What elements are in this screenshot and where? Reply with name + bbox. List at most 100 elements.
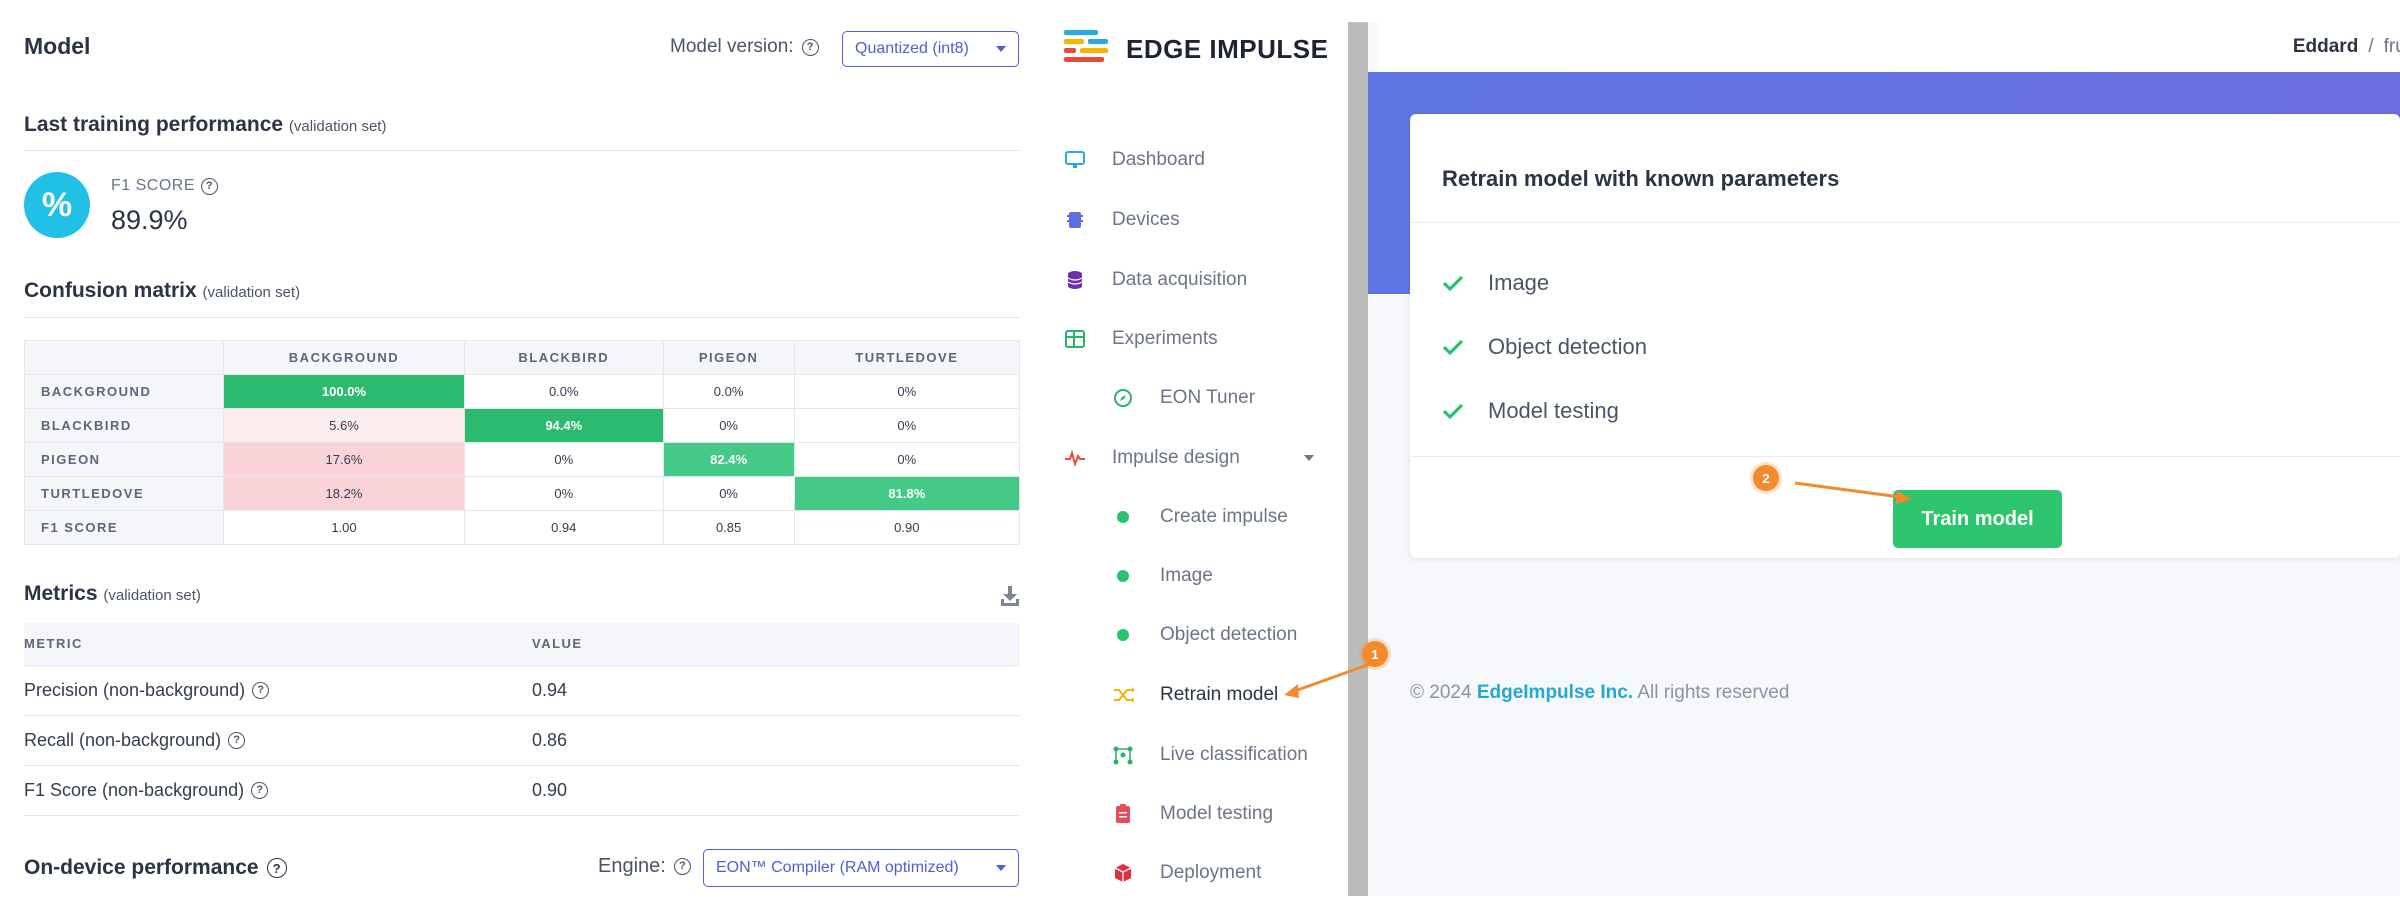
row-header: PIGEON (24, 442, 224, 477)
metric-name-text: Recall (non-background) (24, 729, 222, 750)
check-icon (1442, 403, 1464, 420)
f1-score-value: 89.9% (111, 205, 188, 235)
status-dot-icon (1112, 565, 1134, 587)
sidebar-divider (1348, 22, 1368, 896)
metrics-heading: Metrics (validation set) (24, 582, 201, 606)
matrix-cell: 0% (662, 476, 795, 511)
divider (24, 317, 1020, 318)
model-version-label: Model version: ? (670, 36, 819, 58)
matrix-cell: 0% (463, 476, 664, 511)
table-icon (1065, 330, 1085, 348)
metrics-title: Metrics (24, 582, 98, 605)
matrix-cell: 82.4% (662, 442, 795, 477)
footer: © 2024 EdgeImpulse Inc. All rights reser… (1410, 682, 1789, 704)
status-dot-icon (1112, 506, 1134, 528)
download-icon[interactable] (1000, 585, 1020, 607)
shuffle-icon (1114, 687, 1134, 703)
metric-value: 0.94 (532, 665, 1020, 716)
edge-impulse-app: EDGE IMPULSE Dashboard Devices Data acqu… (1040, 0, 2400, 918)
annotation-arrowhead-1 (1284, 684, 1299, 698)
engine-select[interactable]: EON™ Compiler (RAM optimized) (703, 849, 1019, 887)
column-header: TURTLEDOVE (793, 340, 1021, 375)
breadcrumb-project[interactable]: frui (2384, 36, 2400, 58)
sidebar-item-label: Devices (1112, 209, 1180, 230)
footer-rights: All rights reserved (1637, 682, 1790, 703)
breadcrumb: Eddard / frui (1378, 22, 2400, 72)
matrix-cell: 0.94 (463, 510, 664, 545)
caret-down-icon (996, 46, 1006, 52)
on-device-heading: On-device performance ? (24, 856, 287, 880)
status-dot-icon (1112, 624, 1134, 646)
compass-icon (1114, 389, 1132, 407)
matrix-cell: 5.6% (223, 408, 465, 443)
help-icon[interactable]: ? (201, 177, 219, 195)
check-item-label: Model testing (1488, 398, 1619, 423)
divider (1410, 222, 2400, 223)
table-row: PIGEON 17.6% 0% 82.4% 0% (24, 442, 1021, 477)
matrix-cell: 1.00 (223, 510, 465, 545)
metric-name: Recall (non-background)? (24, 715, 532, 766)
metric-name-text: Precision (non-background) (24, 679, 246, 700)
footer-company-link[interactable]: EdgeImpulse Inc. (1477, 682, 1633, 703)
breadcrumb-user[interactable]: Eddard (2293, 36, 2358, 58)
metric-name-text: F1 Score (non-background) (24, 779, 245, 800)
help-icon[interactable]: ? (251, 781, 269, 799)
table-header-row: METRIC VALUE (24, 623, 1020, 666)
training-performance-title: Last training performance (24, 113, 284, 136)
sidebar-item-label: Dashboard (1112, 149, 1205, 170)
help-icon[interactable]: ? (266, 858, 287, 878)
matrix-cell: 17.6% (223, 442, 465, 477)
on-device-title: On-device performance (24, 856, 259, 879)
brand-name: EDGE IMPULSE (1126, 33, 1329, 64)
table-row: F1 Score (non-background)? 0.90 (24, 765, 1020, 816)
sidebar-item-label: Live classification (1160, 744, 1308, 765)
model-version-value: Quantized (int8) (855, 40, 969, 57)
metrics-table: METRIC VALUE Precision (non-background)?… (24, 623, 1020, 816)
annotation-badge-1: 1 (1362, 641, 1388, 667)
check-icon (1442, 275, 1464, 292)
breadcrumb-separator: / (2368, 36, 2374, 57)
matrix-cell: 0% (662, 408, 795, 443)
sidebar-item-impulse-design[interactable]: Impulse design (1064, 444, 1354, 472)
metrics-note: (validation set) (103, 587, 201, 604)
training-performance-note: (validation set) (288, 118, 387, 135)
matrix-cell: 18.2% (223, 476, 465, 511)
table-row: F1 SCORE 1.00 0.94 0.85 0.90 (24, 510, 1021, 545)
database-icon (1067, 271, 1083, 289)
matrix-cell: 0% (463, 442, 664, 477)
confusion-matrix-title: Confusion matrix (24, 279, 197, 302)
sidebar-item-label: Experiments (1112, 328, 1218, 349)
sidebar-item-label: Impulse design (1112, 447, 1240, 468)
f1-score-label: F1 SCORE ? (111, 177, 219, 195)
table-header-row: BACKGROUND BLACKBIRD PIGEON TURTLEDOVE (24, 340, 1021, 375)
matrix-cell: 94.4% (463, 408, 664, 443)
matrix-cell: 0% (793, 408, 1021, 443)
matrix-cell: 0.85 (662, 510, 795, 545)
confusion-matrix-table: BACKGROUND BLACKBIRD PIGEON TURTLEDOVE B… (24, 340, 1021, 545)
clipboard-icon (1116, 804, 1130, 823)
model-version-select[interactable]: Quantized (int8) (842, 31, 1019, 67)
retrain-card: Retrain model with known parameters Imag… (1410, 114, 2400, 558)
matrix-cell: 0.90 (793, 510, 1021, 545)
check-item-model-testing: Model testing (1442, 398, 1619, 424)
help-icon[interactable]: ? (228, 731, 246, 749)
chevron-down-icon (1304, 455, 1314, 461)
model-panel: Model Model version: ? Quantized (int8) … (0, 0, 1040, 918)
check-item-image: Image (1442, 270, 1549, 296)
table-row: BLACKBIRD 5.6% 94.4% 0% 0% (24, 408, 1021, 443)
row-header: BLACKBIRD (24, 408, 224, 443)
metric-value: 0.86 (532, 715, 1020, 766)
brand[interactable]: EDGE IMPULSE (1064, 30, 1328, 68)
help-icon[interactable]: ? (801, 38, 819, 56)
sidebar-item-label: Model testing (1160, 803, 1274, 824)
chip-icon (1067, 212, 1083, 228)
footer-year: © 2024 (1410, 682, 1472, 703)
column-header: METRIC (24, 623, 532, 666)
help-icon[interactable]: ? (673, 858, 691, 875)
row-header: BACKGROUND (24, 374, 224, 409)
train-model-button[interactable]: Train model (1893, 490, 2062, 548)
column-header: PIGEON (662, 340, 795, 375)
help-icon[interactable]: ? (252, 681, 270, 699)
model-version-text: Model version: (670, 36, 794, 57)
caret-down-icon (996, 865, 1006, 871)
